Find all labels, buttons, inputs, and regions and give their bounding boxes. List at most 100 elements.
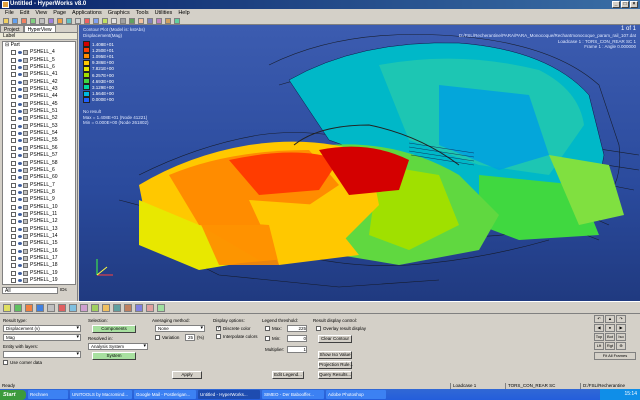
overlay-checkbox[interactable]	[316, 326, 321, 331]
eye-icon[interactable]	[18, 212, 22, 216]
tree-item-part[interactable]: PSHELL_6	[3, 167, 75, 174]
rotate-up-icon[interactable]: ▲	[605, 315, 615, 323]
zoom-icon[interactable]: ⊕	[616, 342, 626, 350]
toolbar-tool-icon[interactable]	[147, 18, 153, 24]
toolbar-tool-icon[interactable]	[57, 18, 63, 24]
tree-item-part[interactable]: PSHELL_16	[3, 248, 75, 255]
visibility-checkbox[interactable]	[11, 57, 16, 63]
tab-hyperview[interactable]: HyperView	[23, 25, 56, 33]
toolbar-tool-icon[interactable]	[75, 18, 81, 24]
tree-item-part[interactable]: PSHELL_44	[3, 93, 75, 100]
view-top-button[interactable]: Top	[594, 333, 604, 341]
result-type-select[interactable]: Displacement (v)	[3, 325, 81, 332]
toolbar-tool-icon[interactable]	[48, 18, 54, 24]
eye-icon[interactable]	[18, 220, 22, 224]
graphics-viewport[interactable]: Contour Plot (Model is: kstAbs) Displace…	[79, 25, 640, 301]
eye-icon[interactable]	[18, 66, 22, 70]
taskbar-task[interactable]: UNITOOLS by Macromind...	[70, 390, 132, 399]
rotate-left-icon[interactable]: ↶	[594, 315, 604, 323]
filter-select[interactable]: All	[2, 287, 58, 294]
menu-tools[interactable]: Tools	[133, 9, 152, 17]
toolbar-tool-icon[interactable]	[111, 18, 117, 24]
interpolate-colors-checkbox[interactable]	[216, 334, 221, 339]
eye-icon[interactable]	[18, 58, 22, 62]
visibility-checkbox[interactable]	[11, 255, 16, 261]
tree-item-part[interactable]: PSHELL_8	[3, 189, 75, 196]
panel-tool-icon[interactable]	[58, 304, 66, 312]
visibility-checkbox[interactable]	[11, 204, 16, 210]
visibility-checkbox[interactable]	[11, 72, 16, 78]
panel-tool-icon[interactable]	[146, 304, 154, 312]
tree-item-part[interactable]: PSHELL_19	[3, 284, 75, 285]
tree-item-part[interactable]: PSHELL_41	[3, 71, 75, 78]
tree-item-part[interactable]: PSHELL_12	[3, 218, 75, 225]
eye-icon[interactable]	[18, 183, 22, 187]
visibility-checkbox[interactable]	[11, 160, 16, 166]
tree-item-part[interactable]: PSHELL_42	[3, 79, 75, 86]
part-tree[interactable]: ⊟ Part PSHELL_4 PSHELL_5 PSHELL_6 PSHELL_41…	[2, 41, 76, 285]
contour-legend[interactable]: 1.408E+01 1.250E+01 1.095E+01 9.386E+00 7.82…	[83, 41, 114, 103]
tree-item-part[interactable]: PSHELL_18	[3, 262, 75, 269]
eye-icon[interactable]	[18, 146, 22, 150]
panel-tool-icon[interactable]	[91, 304, 99, 312]
visibility-checkbox[interactable]	[11, 94, 16, 100]
corner-data-checkbox[interactable]	[3, 360, 8, 365]
panel-tool-icon[interactable]	[47, 304, 55, 312]
panel-tool-icon[interactable]	[3, 304, 11, 312]
tree-item-part[interactable]: PSHELL_9	[3, 196, 75, 203]
maximize-button[interactable]: □	[621, 1, 629, 8]
toolbar-tool-icon[interactable]	[138, 18, 144, 24]
visibility-checkbox[interactable]	[11, 226, 16, 232]
eye-icon[interactable]	[18, 154, 22, 158]
taskbar-task[interactable]: Untitled - HyperWorks...	[198, 390, 260, 399]
fem-model-render[interactable]	[79, 25, 640, 301]
close-button[interactable]: ×	[630, 1, 638, 8]
visibility-checkbox[interactable]	[11, 211, 16, 217]
tree-item-part[interactable]: PSHELL_45	[3, 101, 75, 108]
taskbar-task[interactable]: Rechnen	[28, 390, 68, 399]
toolbar-tool-icon[interactable]	[3, 18, 9, 24]
visibility-checkbox[interactable]	[11, 138, 16, 144]
components-button[interactable]: Components	[92, 325, 136, 333]
tree-item-part[interactable]: PSHELL_15	[3, 240, 75, 247]
projection-rule-button[interactable]: Projection Rule...	[318, 361, 353, 369]
visibility-checkbox[interactable]	[11, 79, 16, 85]
panel-tool-icon[interactable]	[14, 304, 22, 312]
panel-tool-icon[interactable]	[69, 304, 77, 312]
eye-icon[interactable]	[18, 198, 22, 202]
eye-icon[interactable]	[18, 256, 22, 260]
visibility-checkbox[interactable]	[11, 270, 16, 276]
discrete-color-checkbox[interactable]	[216, 325, 221, 331]
visibility-checkbox[interactable]	[11, 278, 16, 283]
panel-tool-icon[interactable]	[80, 304, 88, 312]
panel-tool-icon[interactable]	[124, 304, 132, 312]
view-bottom-button[interactable]: Bot	[605, 333, 615, 341]
eye-icon[interactable]	[18, 279, 22, 282]
show-iso-value-button[interactable]: Show Iso Value	[318, 351, 352, 359]
eye-icon[interactable]	[18, 234, 22, 238]
tree-item-part[interactable]: PSHELL_56	[3, 145, 75, 152]
panel-tool-icon[interactable]	[36, 304, 44, 312]
max-input[interactable]: 225	[287, 325, 307, 332]
visibility-checkbox[interactable]	[11, 233, 16, 239]
panel-tool-icon[interactable]	[25, 304, 33, 312]
panel-tool-icon[interactable]	[135, 304, 143, 312]
resolved-system-select[interactable]: Analysis System	[88, 343, 148, 350]
view-iso-button[interactable]: Iso	[616, 333, 626, 341]
min-checkbox[interactable]	[265, 336, 270, 341]
eye-icon[interactable]	[18, 190, 22, 194]
taskbar-task[interactable]: Adobe Photoshop	[326, 390, 386, 399]
tree-item-part[interactable]: PSHELL_4	[3, 49, 75, 56]
toolbar-tool-icon[interactable]	[21, 18, 27, 24]
menu-view[interactable]: View	[32, 9, 50, 17]
toolbar-tool-icon[interactable]	[129, 18, 135, 24]
eye-icon[interactable]	[18, 227, 22, 231]
toolbar-tool-icon[interactable]	[165, 18, 171, 24]
visibility-checkbox[interactable]	[11, 175, 16, 181]
toolbar-tool-icon[interactable]	[102, 18, 108, 24]
rotate-west-icon[interactable]: ◀	[594, 324, 604, 332]
toolbar-tool-icon[interactable]	[120, 18, 126, 24]
tree-item-part[interactable]: PSHELL_53	[3, 123, 75, 130]
visibility-checkbox[interactable]	[11, 197, 16, 203]
tree-item-part[interactable]: PSHELL_51	[3, 108, 75, 115]
